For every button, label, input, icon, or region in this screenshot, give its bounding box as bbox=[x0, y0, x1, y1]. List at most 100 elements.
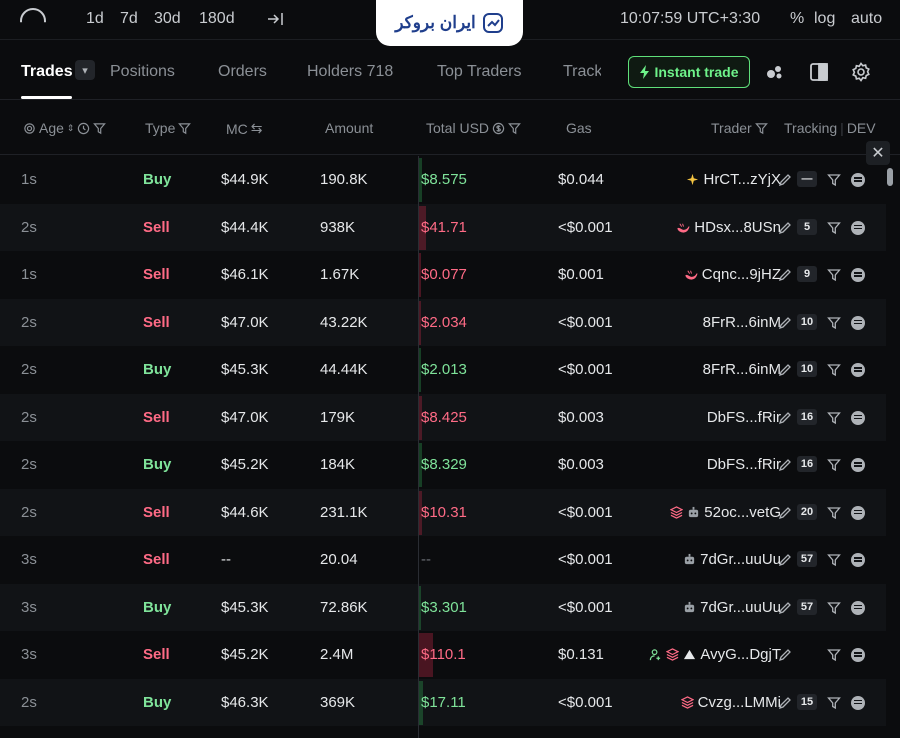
filter-icon[interactable] bbox=[827, 173, 841, 187]
filter-icon[interactable] bbox=[827, 601, 841, 615]
timeframe-1d[interactable]: 1d bbox=[86, 10, 104, 28]
table-row[interactable]: 1s Sell $46.1K 1.67K $0.077 $0.001 Cqnc...9jHZ… bbox=[0, 251, 886, 299]
trader-address[interactable]: 7dGr...uuUu bbox=[700, 551, 781, 568]
gear-icon[interactable] bbox=[851, 62, 871, 82]
type-column-header[interactable]: Type bbox=[145, 120, 192, 136]
trader-address[interactable]: 8FrR...6inM bbox=[703, 361, 781, 378]
timeframe-180d[interactable]: 180d bbox=[199, 10, 235, 28]
edit-icon[interactable] bbox=[778, 221, 792, 235]
trader-cell[interactable]: 52oc...vetG bbox=[670, 504, 781, 521]
trader-cell[interactable]: Cqnc...9jHZ bbox=[685, 266, 781, 283]
trader-address[interactable]: HDsx...8USn bbox=[694, 219, 781, 236]
age-column-header[interactable]: Age ⇕ bbox=[23, 120, 107, 136]
filter-icon[interactable] bbox=[178, 122, 192, 135]
tab-track[interactable]: Track bbox=[563, 63, 601, 81]
trader-cell[interactable]: Cvzg...LMMi bbox=[680, 694, 781, 711]
refresh-icon[interactable] bbox=[20, 8, 46, 23]
currency-icon[interactable] bbox=[492, 122, 505, 135]
timeframe-30d[interactable]: 30d bbox=[154, 10, 181, 28]
mc-column-header[interactable]: MC ⇆ bbox=[226, 120, 263, 137]
edit-icon[interactable] bbox=[778, 363, 792, 377]
trader-address[interactable]: DbFS...fRir bbox=[707, 456, 781, 473]
chevron-down-icon[interactable]: ▾ bbox=[75, 60, 95, 80]
table-row[interactable]: 2s Sell $47.0K 179K $8.425 $0.003 DbFS...fRir 1… bbox=[0, 393, 886, 441]
gear-icon[interactable] bbox=[23, 122, 36, 135]
table-row[interactable]: 2s Buy $46.3K 369K $17.11 <$0.001 Cvzg...LMMi 1… bbox=[0, 678, 886, 726]
table-row[interactable]: 3s Buy $45.3K 72.86K $3.301 <$0.001 7dGr...uuU… bbox=[0, 583, 886, 631]
tab-orders[interactable]: Orders bbox=[218, 63, 267, 81]
edit-icon[interactable] bbox=[778, 458, 792, 472]
more-options-icon[interactable] bbox=[851, 695, 865, 710]
filter-icon[interactable] bbox=[827, 458, 841, 472]
instant-trade-button[interactable]: Instant trade bbox=[628, 56, 750, 88]
edit-icon[interactable] bbox=[778, 506, 792, 520]
more-options-icon[interactable] bbox=[851, 553, 865, 567]
more-options-icon[interactable] bbox=[851, 363, 865, 377]
trader-column-header[interactable]: Trader bbox=[711, 120, 768, 136]
filter-icon[interactable] bbox=[827, 411, 841, 425]
sidebar-toggle-icon[interactable] bbox=[809, 62, 829, 82]
trader-cell[interactable]: 8FrR...6inM bbox=[703, 361, 781, 378]
trader-address[interactable]: DbFS...fRir bbox=[707, 409, 781, 426]
trader-cell[interactable]: 8FrR...6inM bbox=[703, 314, 781, 331]
filter-icon[interactable] bbox=[93, 122, 107, 135]
edit-icon[interactable] bbox=[778, 648, 792, 662]
utc-clock[interactable]: 10:07:59 UTC+3:30 bbox=[620, 10, 760, 28]
trader-address[interactable]: Cvzg...LMMi bbox=[698, 694, 781, 711]
trader-address[interactable]: 8FrR...6inM bbox=[703, 314, 781, 331]
filter-icon[interactable] bbox=[754, 122, 768, 135]
jump-to-date-icon[interactable] bbox=[266, 10, 288, 28]
filter-icon[interactable] bbox=[827, 506, 841, 520]
more-options-icon[interactable] bbox=[851, 173, 865, 187]
clock-icon[interactable] bbox=[77, 122, 90, 135]
tab-positions[interactable]: Positions bbox=[110, 63, 175, 81]
scrollbar-thumb[interactable] bbox=[887, 168, 893, 186]
edit-icon[interactable] bbox=[778, 696, 792, 710]
trader-cell[interactable]: HrCT...zYjX bbox=[686, 171, 781, 188]
edit-icon[interactable] bbox=[778, 601, 792, 615]
auto-scale-toggle[interactable]: auto bbox=[851, 10, 882, 28]
trader-address[interactable]: 52oc...vetG bbox=[704, 504, 781, 521]
table-row[interactable]: 3s Sell $45.2K 2.4M $110.1 $0.131 AvyG...DgjT bbox=[0, 631, 886, 679]
percent-scale-toggle[interactable]: % bbox=[790, 10, 804, 28]
sort-icon[interactable]: ⇕ bbox=[67, 123, 75, 134]
trader-cell[interactable]: DbFS...fRir bbox=[707, 409, 781, 426]
more-options-icon[interactable] bbox=[851, 600, 865, 615]
timeframe-7d[interactable]: 7d bbox=[120, 10, 138, 28]
more-options-icon[interactable] bbox=[851, 505, 865, 520]
trader-cell[interactable]: AvyG...DgjT bbox=[649, 646, 781, 663]
more-options-icon[interactable] bbox=[851, 458, 865, 472]
trader-cell[interactable]: 7dGr...uuUu bbox=[683, 551, 781, 568]
filter-icon[interactable] bbox=[827, 363, 841, 377]
filter-icon[interactable] bbox=[508, 122, 521, 135]
swap-icon[interactable]: ⇆ bbox=[251, 120, 263, 137]
edit-icon[interactable] bbox=[778, 268, 792, 282]
table-row[interactable]: 1s Buy $44.9K 190.8K $8.575 $0.044 HrCT...zYjX… bbox=[0, 156, 886, 204]
edit-icon[interactable] bbox=[778, 316, 792, 330]
trader-address[interactable]: Cqnc...9jHZ bbox=[702, 266, 781, 283]
filter-icon[interactable] bbox=[827, 221, 841, 235]
edit-icon[interactable] bbox=[778, 411, 792, 425]
trader-cell[interactable]: HDsx...8USn bbox=[677, 219, 781, 236]
table-row[interactable]: 2s Sell $44.4K 938K $41.71 <$0.001 HDsx...8USn… bbox=[0, 203, 886, 251]
close-icon[interactable]: ✕ bbox=[866, 141, 890, 165]
filter-icon[interactable] bbox=[827, 648, 841, 662]
filter-icon[interactable] bbox=[827, 316, 841, 330]
edit-icon[interactable] bbox=[778, 553, 792, 567]
trader-address[interactable]: 7dGr...uuUu bbox=[700, 599, 781, 616]
bubbles-icon[interactable] bbox=[765, 62, 785, 82]
tab-trades[interactable]: Trades bbox=[21, 63, 73, 81]
filter-icon[interactable] bbox=[827, 268, 841, 282]
more-options-icon[interactable] bbox=[851, 315, 865, 330]
table-row[interactable]: 2s Sell $44.6K 231.1K $10.31 <$0.001 52oc...ve… bbox=[0, 488, 886, 536]
trader-address[interactable]: AvyG...DgjT bbox=[700, 646, 781, 663]
table-row[interactable]: 2s Sell $47.0K 43.22K $2.034 <$0.001 8FrR...6i… bbox=[0, 298, 886, 346]
tab-holders[interactable]: Holders 718 bbox=[307, 63, 393, 81]
table-row[interactable]: 3s Sell -- 20.04 -- <$0.001 7dGr...uuUu 57 bbox=[0, 536, 886, 584]
edit-icon[interactable] bbox=[778, 173, 792, 187]
trader-address[interactable]: HrCT...zYjX bbox=[703, 171, 781, 188]
trader-cell[interactable]: DbFS...fRir bbox=[707, 456, 781, 473]
filter-icon[interactable] bbox=[827, 696, 841, 710]
more-options-icon[interactable] bbox=[851, 268, 865, 282]
filter-icon[interactable] bbox=[827, 553, 841, 567]
